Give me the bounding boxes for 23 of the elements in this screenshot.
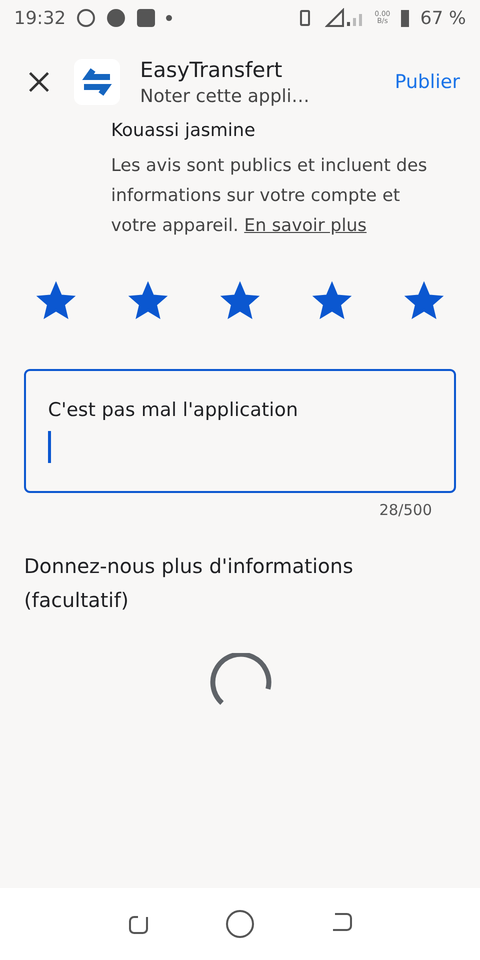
star-icon[interactable] (128, 281, 168, 321)
section-title: Donnez-nous plus d'informations (facultatif) (24, 553, 354, 614)
reviewer-name: Kouassi jasmine (111, 120, 256, 141)
star-icon[interactable] (404, 281, 444, 321)
review-field[interactable]: C'est pas mal l'application (24, 369, 456, 493)
square-icon (136, 8, 156, 28)
battery-icon (400, 8, 410, 28)
screen-subtitle: Noter cette appli… (140, 86, 310, 106)
app-icon (74, 59, 120, 105)
star-icon[interactable] (220, 281, 260, 321)
star-icon[interactable] (312, 281, 352, 321)
app-name: EasyTransfert (140, 58, 284, 82)
star-icon[interactable] (36, 281, 76, 321)
publish-button[interactable]: Publier (390, 67, 464, 97)
circle-icon (106, 8, 126, 28)
battery-level: 67 % (420, 8, 466, 28)
dot-icon (166, 15, 172, 21)
character-counter: 28/500 (379, 501, 432, 519)
signal-icon (324, 8, 365, 28)
learn-more-link[interactable]: En savoir plus (244, 216, 367, 236)
disclosure-text: Les avis sont publics et incluent des informations sur votre compte et votre appareil. En savoir plus (111, 155, 428, 238)
status-time: 19:32 (14, 8, 66, 28)
home-icon[interactable] (225, 909, 255, 939)
